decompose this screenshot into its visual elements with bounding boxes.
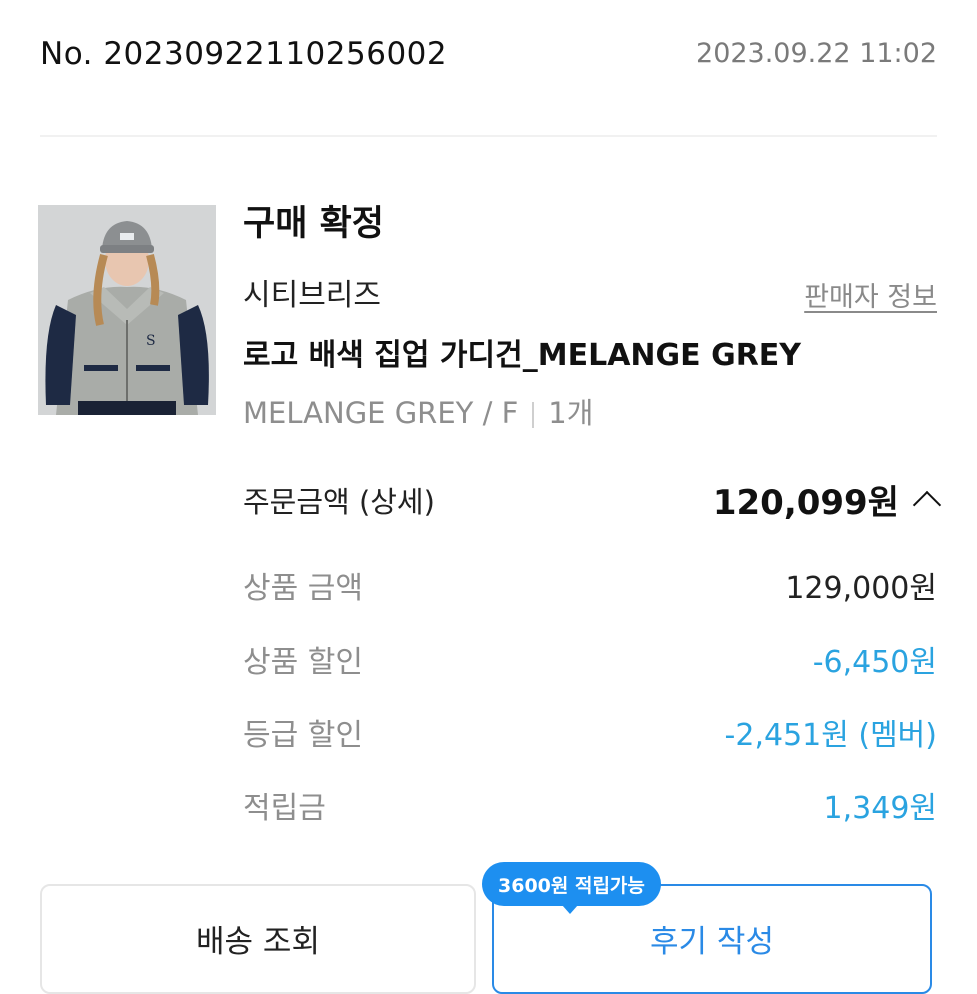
divider	[40, 135, 937, 137]
quantity-text: 1개	[548, 396, 594, 430]
price-line-product-discount: 상품 할인 -6,450원	[243, 637, 937, 681]
brand-name[interactable]: 시티브리즈	[243, 270, 381, 314]
product-name[interactable]: 로고 배색 집업 가디건_MELANGE GREY	[243, 330, 801, 374]
price-line-label: 등급 할인	[243, 718, 363, 753]
order-amount-value: 120,099원	[712, 475, 942, 524]
order-date: 2023.09.22 11:02	[696, 38, 937, 69]
review-reward-badge: 3600원 적립가능	[482, 862, 661, 914]
chevron-up-icon[interactable]	[912, 490, 942, 519]
product-thumbnail[interactable]: S	[38, 205, 216, 415]
price-line-label: 상품 할인	[243, 645, 363, 680]
price-line-value: -6,450원	[812, 645, 937, 680]
order-number: No. 20230922110256002	[40, 36, 448, 72]
product-image-illustration: S	[38, 205, 216, 415]
price-line-label: 적립금	[243, 791, 326, 826]
product-option: MELANGE GREY / F 1개	[243, 390, 593, 432]
svg-text:S: S	[146, 333, 156, 349]
price-line-grade-discount: 등급 할인 -2,451원 (멤버)	[243, 710, 937, 754]
order-amount-number: 120,099원	[712, 483, 899, 523]
shipping-track-button[interactable]: 배송 조회	[40, 884, 476, 994]
price-line-product: 상품 금액 129,000원	[243, 563, 937, 607]
price-line-value: 1,349원	[823, 791, 937, 826]
order-amount-label: 주문금액 (상세)	[243, 484, 435, 519]
price-line-value: -2,451원 (멤버)	[724, 718, 937, 753]
order-status: 구매 확정	[243, 204, 384, 244]
option-text: MELANGE GREY / F	[243, 396, 519, 430]
order-amount-toggle[interactable]: 주문금액 (상세) 120,099원	[243, 475, 942, 524]
price-line-value: 129,000원	[785, 571, 937, 606]
price-line-label: 상품 금액	[243, 571, 363, 606]
option-separator	[532, 402, 535, 428]
price-line-points: 적립금 1,349원	[243, 783, 937, 827]
seller-info-link[interactable]: 판매자 정보	[804, 275, 937, 314]
